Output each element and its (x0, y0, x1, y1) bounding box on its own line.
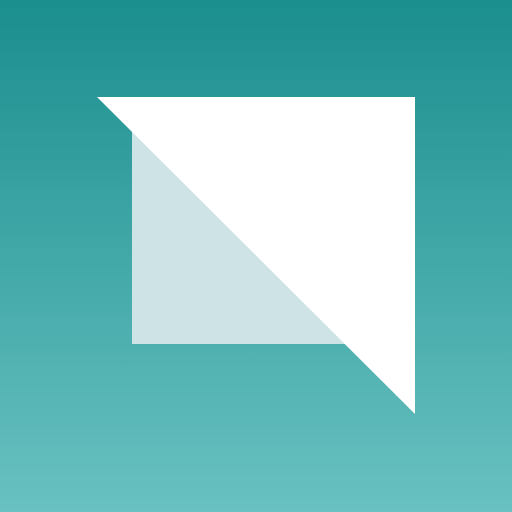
app-logo-icon (0, 0, 512, 512)
app-icon[interactable] (0, 0, 512, 512)
